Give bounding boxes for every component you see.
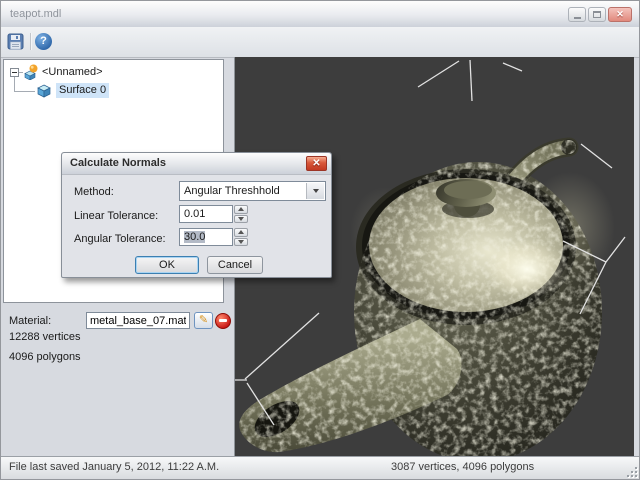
spin-down-button[interactable] bbox=[234, 215, 248, 224]
help-icon: ? bbox=[35, 33, 52, 50]
dialog-close-button[interactable]: ✕ bbox=[306, 156, 327, 171]
spin-up-button[interactable] bbox=[234, 228, 248, 237]
save-icon bbox=[7, 33, 24, 50]
resize-grip[interactable] bbox=[625, 465, 637, 477]
surface-node-icon bbox=[36, 83, 52, 99]
dialog-title-bar[interactable]: Calculate Normals ✕ bbox=[62, 153, 331, 175]
angular-tolerance-spinner bbox=[234, 228, 248, 246]
cancel-button[interactable]: Cancel bbox=[207, 256, 263, 274]
maximize-icon bbox=[593, 11, 601, 18]
ok-button[interactable]: OK bbox=[135, 256, 199, 274]
toolbar: ? bbox=[1, 27, 639, 58]
model-node-icon bbox=[23, 64, 39, 80]
arrow-down-icon bbox=[238, 240, 244, 247]
spin-down-button[interactable] bbox=[234, 238, 248, 247]
angular-tolerance-input[interactable]: 30.0 bbox=[179, 228, 233, 246]
angular-tolerance-value: 30.0 bbox=[184, 231, 205, 243]
save-button[interactable] bbox=[6, 32, 25, 51]
window-title: teapot.mdl bbox=[10, 1, 61, 27]
minimize-icon bbox=[574, 17, 581, 19]
pencil-icon: ✎ bbox=[199, 314, 208, 326]
toolbar-separator bbox=[30, 33, 32, 50]
material-label: Material: bbox=[9, 315, 51, 327]
angular-tolerance-label: Angular Tolerance: bbox=[74, 233, 166, 245]
linear-tolerance-label: Linear Tolerance: bbox=[74, 210, 158, 222]
app-window: teapot.mdl ✕ ? bbox=[0, 0, 640, 480]
arrow-up-icon bbox=[238, 204, 244, 211]
calculate-normals-dialog: Calculate Normals ✕ Method: Angular Thre… bbox=[61, 152, 332, 278]
dialog-title: Calculate Normals bbox=[70, 153, 166, 173]
collapse-icon bbox=[12, 72, 17, 73]
arrow-down-icon bbox=[238, 217, 244, 224]
chevron-down-icon bbox=[313, 189, 319, 196]
remove-icon bbox=[219, 319, 227, 322]
edit-material-button[interactable]: ✎ bbox=[194, 312, 213, 329]
window-controls: ✕ bbox=[568, 7, 632, 22]
tree-connector bbox=[14, 77, 15, 91]
tree-item-surface0[interactable]: Surface 0 bbox=[56, 83, 109, 98]
remove-material-button[interactable] bbox=[215, 313, 231, 329]
minimize-button[interactable] bbox=[568, 7, 586, 22]
tree-item-unnamed[interactable]: <Unnamed> bbox=[42, 65, 103, 80]
method-label: Method: bbox=[74, 186, 114, 198]
status-bar: File last saved January 5, 2012, 11:22 A… bbox=[1, 456, 639, 479]
vertex-count-label: 12288 vertices bbox=[9, 331, 81, 343]
geometry-status: 3087 vertices, 4096 polygons bbox=[391, 457, 534, 478]
polygon-count-label: 4096 polygons bbox=[9, 351, 81, 363]
tree-expand-toggle[interactable] bbox=[10, 68, 19, 77]
help-button[interactable]: ? bbox=[34, 32, 53, 51]
close-button[interactable]: ✕ bbox=[608, 7, 632, 22]
material-filename-input[interactable] bbox=[86, 312, 190, 329]
last-saved-status: File last saved January 5, 2012, 11:22 A… bbox=[9, 457, 219, 478]
arrow-up-icon bbox=[238, 227, 244, 234]
title-bar[interactable]: teapot.mdl ✕ bbox=[1, 1, 639, 28]
method-dropdown[interactable]: Angular Threshhold bbox=[179, 181, 326, 201]
linear-tolerance-spinner bbox=[234, 205, 248, 223]
method-selected-value: Angular Threshhold bbox=[184, 182, 280, 200]
tree-connector bbox=[14, 91, 35, 92]
dropdown-arrow-button[interactable] bbox=[306, 183, 324, 199]
linear-tolerance-value: 0.01 bbox=[184, 208, 205, 220]
spin-up-button[interactable] bbox=[234, 205, 248, 214]
linear-tolerance-input[interactable]: 0.01 bbox=[179, 205, 233, 223]
maximize-button[interactable] bbox=[588, 7, 606, 22]
